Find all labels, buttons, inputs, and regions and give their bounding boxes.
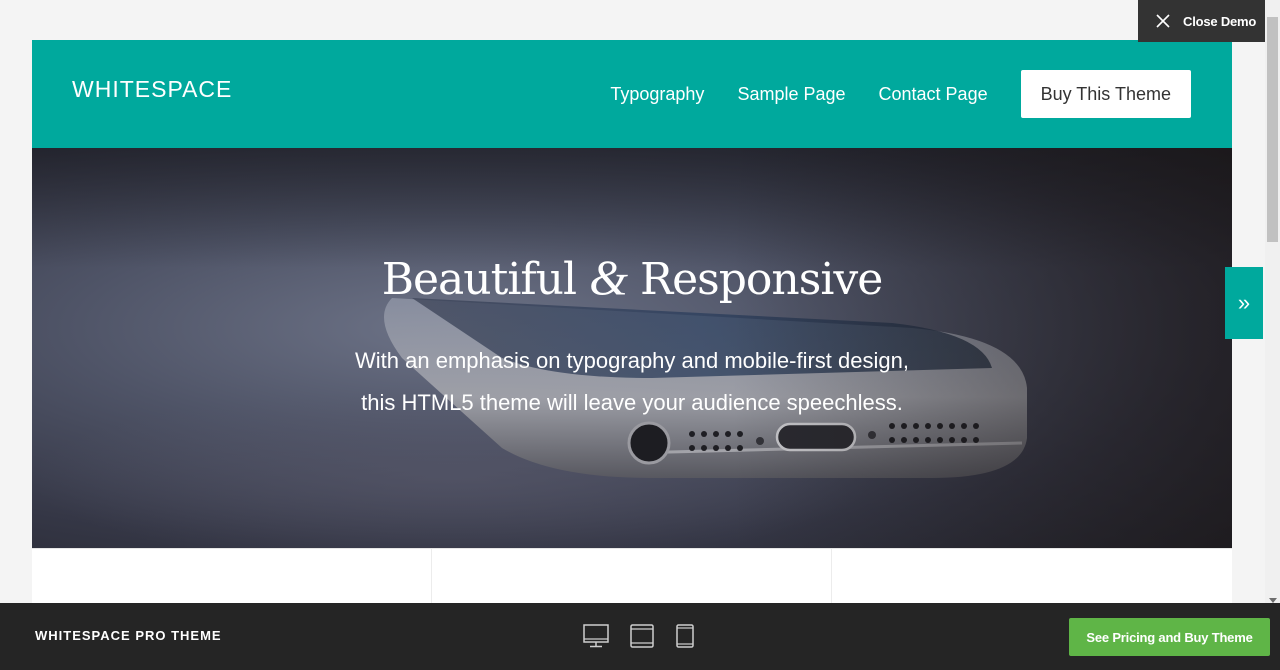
feature-column: [832, 549, 1232, 603]
nav-item-contact-page[interactable]: Contact Page: [879, 70, 988, 118]
hero-subtitle: With an emphasis on typography and mobil…: [32, 340, 1232, 424]
device-switcher: [583, 624, 695, 648]
close-icon: [1156, 14, 1170, 28]
close-demo-label: Close Demo: [1183, 13, 1257, 29]
nav-item-sample-page[interactable]: Sample Page: [737, 70, 845, 118]
desktop-icon[interactable]: [583, 624, 609, 648]
site-header: WHITESPACE Typography Sample Page Contac…: [32, 40, 1232, 148]
hero-title-ampersand: &: [589, 249, 628, 305]
close-demo-button[interactable]: Close Demo: [1138, 0, 1265, 42]
see-pricing-button[interactable]: See Pricing and Buy Theme: [1069, 618, 1270, 656]
hero-title: Beautiful & Responsive: [32, 248, 1232, 306]
scrollbar[interactable]: [1265, 0, 1280, 603]
hero-title-after: Responsive: [640, 254, 883, 305]
buy-theme-button[interactable]: Buy This Theme: [1020, 70, 1191, 118]
hero-subtitle-line-1: With an emphasis on typography and mobil…: [355, 348, 909, 373]
scrollbar-thumb[interactable]: [1267, 17, 1278, 242]
hero-banner: Beautiful & Responsive With an emphasis …: [32, 148, 1232, 548]
site-preview: WHITESPACE Typography Sample Page Contac…: [32, 40, 1232, 603]
feature-columns: [32, 548, 1232, 603]
nav-item-typography[interactable]: Typography: [610, 70, 704, 118]
tablet-portrait-icon[interactable]: [675, 624, 695, 648]
site-logo[interactable]: WHITESPACE: [72, 76, 232, 103]
theme-name: WHITESPACE PRO THEME: [35, 628, 222, 643]
demo-bottom-bar: WHITESPACE PRO THEME See Pricing and Buy…: [0, 603, 1280, 670]
main-nav: Typography Sample Page Contact Page Buy …: [610, 70, 1191, 118]
feature-column: [32, 549, 432, 603]
hero-subtitle-line-2: this HTML5 theme will leave your audienc…: [361, 390, 903, 415]
feature-column: [432, 549, 832, 603]
hero-title-before: Beautiful: [381, 254, 577, 305]
double-chevron-right-icon: »: [1237, 290, 1251, 315]
side-panel-toggle[interactable]: »: [1225, 267, 1263, 339]
demo-page: Close Demo WHITESPACE Typography Sample …: [0, 0, 1280, 670]
tablet-landscape-icon[interactable]: [630, 624, 654, 648]
